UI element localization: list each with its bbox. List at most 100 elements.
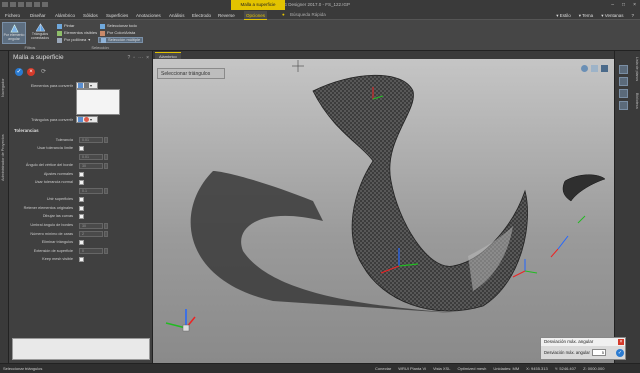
style-menu[interactable]: ▾ Estilo [556,11,571,20]
tab-anotaciones[interactable]: Anotaciones [134,11,163,20]
status-units[interactable]: Unidades: MM [493,366,519,371]
tab-opciones[interactable]: Opciones [244,11,268,20]
tab-alambrico[interactable]: Alámbrico [53,11,77,20]
tab-superficies[interactable]: Superficies [104,11,130,20]
library-tab[interactable]: Biblioteca [631,93,639,121]
spinner-control[interactable] [104,137,108,143]
redo-icon[interactable] [34,2,40,7]
select-all-label: Seleccionar todo [107,23,137,28]
close-icon[interactable]: × [146,55,149,61]
theme-label: Tema [582,13,594,18]
quick-search[interactable]: ● Búsqueda Rápida [282,11,372,19]
visibility-icon[interactable] [619,89,628,98]
by-polyline-button[interactable]: Por polilínea ▾ [57,37,90,43]
undo-icon[interactable] [26,2,32,7]
ok-button[interactable]: ✓ [15,68,23,76]
help-icon[interactable]: ? [631,11,634,20]
minimize-icon[interactable]: – [611,2,614,8]
multiple-selection-button[interactable]: Selección múltiple [98,37,144,43]
new-file-icon[interactable] [2,2,8,7]
status-mesh[interactable]: Optimized mesh [457,366,486,371]
3d-viewport[interactable]: Seleccionar triángulos [153,51,614,363]
visible-elements-button[interactable]: Elementos visibles [57,30,97,36]
panel-title: Malla a superficie [13,54,64,61]
row-number-input[interactable]: 30 [79,162,103,169]
spinner-control[interactable] [104,154,108,161]
pin-icon[interactable]: ▫ [133,55,135,61]
status-x: X: 9455.313 [526,366,548,371]
tab-disenar[interactable]: Diseñar [28,11,48,20]
select-all-icon [100,23,105,29]
row-checkbox[interactable] [79,205,84,211]
elements-list[interactable] [76,89,120,115]
search-placeholder: Búsqueda Rápida [289,12,326,17]
theme-menu[interactable]: ▾ Tema [579,11,593,20]
tab-analisis[interactable]: Análisis [167,11,187,20]
triangles-selector[interactable]: ▾ [76,116,98,123]
status-message: Seleccionar triángulos [3,366,43,371]
close-icon[interactable]: × [618,339,624,345]
row-number-input[interactable]: 30 [79,222,103,229]
paint-button[interactable]: Pintar [57,23,74,29]
ok-button[interactable]: ✓ [616,349,624,357]
row-number-input[interactable]: 0.01 [79,137,103,143]
plane-list-tab[interactable]: Lista de planos [631,57,639,87]
section-view-icon[interactable] [619,101,628,110]
elements-label: Elementos para convertir [30,84,73,88]
mesh-fragment[interactable] [562,174,606,202]
layers-icon[interactable] [619,77,628,86]
connected-triangles-button[interactable]: Triángulos conectados [28,22,52,44]
status-view[interactable]: Vista XSL [433,366,451,371]
maximize-icon[interactable]: □ [622,2,625,8]
elements-selector[interactable]: ▾ [76,82,98,89]
row-number-input[interactable]: 0.1 [79,188,103,195]
status-connect[interactable]: Conectar [375,366,391,371]
spinner-control[interactable] [104,188,108,195]
print-icon[interactable] [42,2,48,7]
row-number-input[interactable]: 2 [79,231,103,238]
spinner-control[interactable] [104,162,108,169]
tab-solidos[interactable]: Sólidos [81,11,100,20]
panel-menu-icon[interactable]: ⋯ [138,55,143,61]
screen-icon[interactable] [601,65,608,72]
by-angular-element-button[interactable]: Por elemento angular [2,22,26,44]
top-right-menu: ▾ Estilo ▾ Tema ▾ Ventanas ? [556,11,634,20]
cancel-button[interactable]: × [27,68,35,76]
tab-fichero[interactable]: Fichero [3,11,22,20]
save-icon[interactable] [18,2,24,7]
view-cube-icon[interactable] [581,65,588,72]
row-checkbox[interactable] [79,171,84,177]
row-label: Ajustes normales [43,171,73,176]
windows-menu[interactable]: ▾ Ventanas [601,11,623,20]
tab-electrodo[interactable]: Electrodo [190,11,213,20]
spinner-control[interactable] [104,248,108,255]
row-checkbox[interactable] [79,214,84,220]
row-checkbox[interactable] [79,257,84,263]
navigator-tab[interactable]: Navegador [1,57,8,97]
viewport-tab[interactable]: Alámbrico [155,52,181,59]
angular-deviation-input[interactable]: 5 [592,349,606,356]
spinner-control[interactable] [104,231,108,238]
mesh-surface[interactable] [312,74,528,312]
spinner-control[interactable] [104,222,108,229]
select-all-button[interactable]: Seleccionar todo [100,23,137,29]
help-icon[interactable]: ? [128,55,131,61]
tab-reverse[interactable]: Reverse [216,11,237,20]
row-number-input[interactable]: 0 [79,248,103,255]
status-view-plane[interactable]: WRUI Planta Vi [398,366,426,371]
row-checkbox[interactable] [79,197,84,203]
row-checkbox[interactable] [79,180,84,186]
camera-icon[interactable] [591,65,598,72]
close-icon[interactable]: × [633,2,636,8]
render-mode-icon[interactable] [619,65,628,74]
world-axis-gizmo[interactable] [165,309,196,332]
open-file-icon[interactable] [10,2,16,7]
repeat-icon[interactable]: ⟳ [41,68,49,76]
row-number-input[interactable]: 0.01 [79,154,103,161]
select-triangles-icon [78,117,83,122]
by-color-edge-button[interactable]: Por Color/Arista [100,30,135,36]
row-checkbox[interactable] [79,240,84,246]
row-checkbox[interactable] [79,146,84,152]
connected-triangles-label: Triángulos conectados [31,32,49,40]
project-manager-tab[interactable]: Administrador de Proyectos [1,101,8,181]
